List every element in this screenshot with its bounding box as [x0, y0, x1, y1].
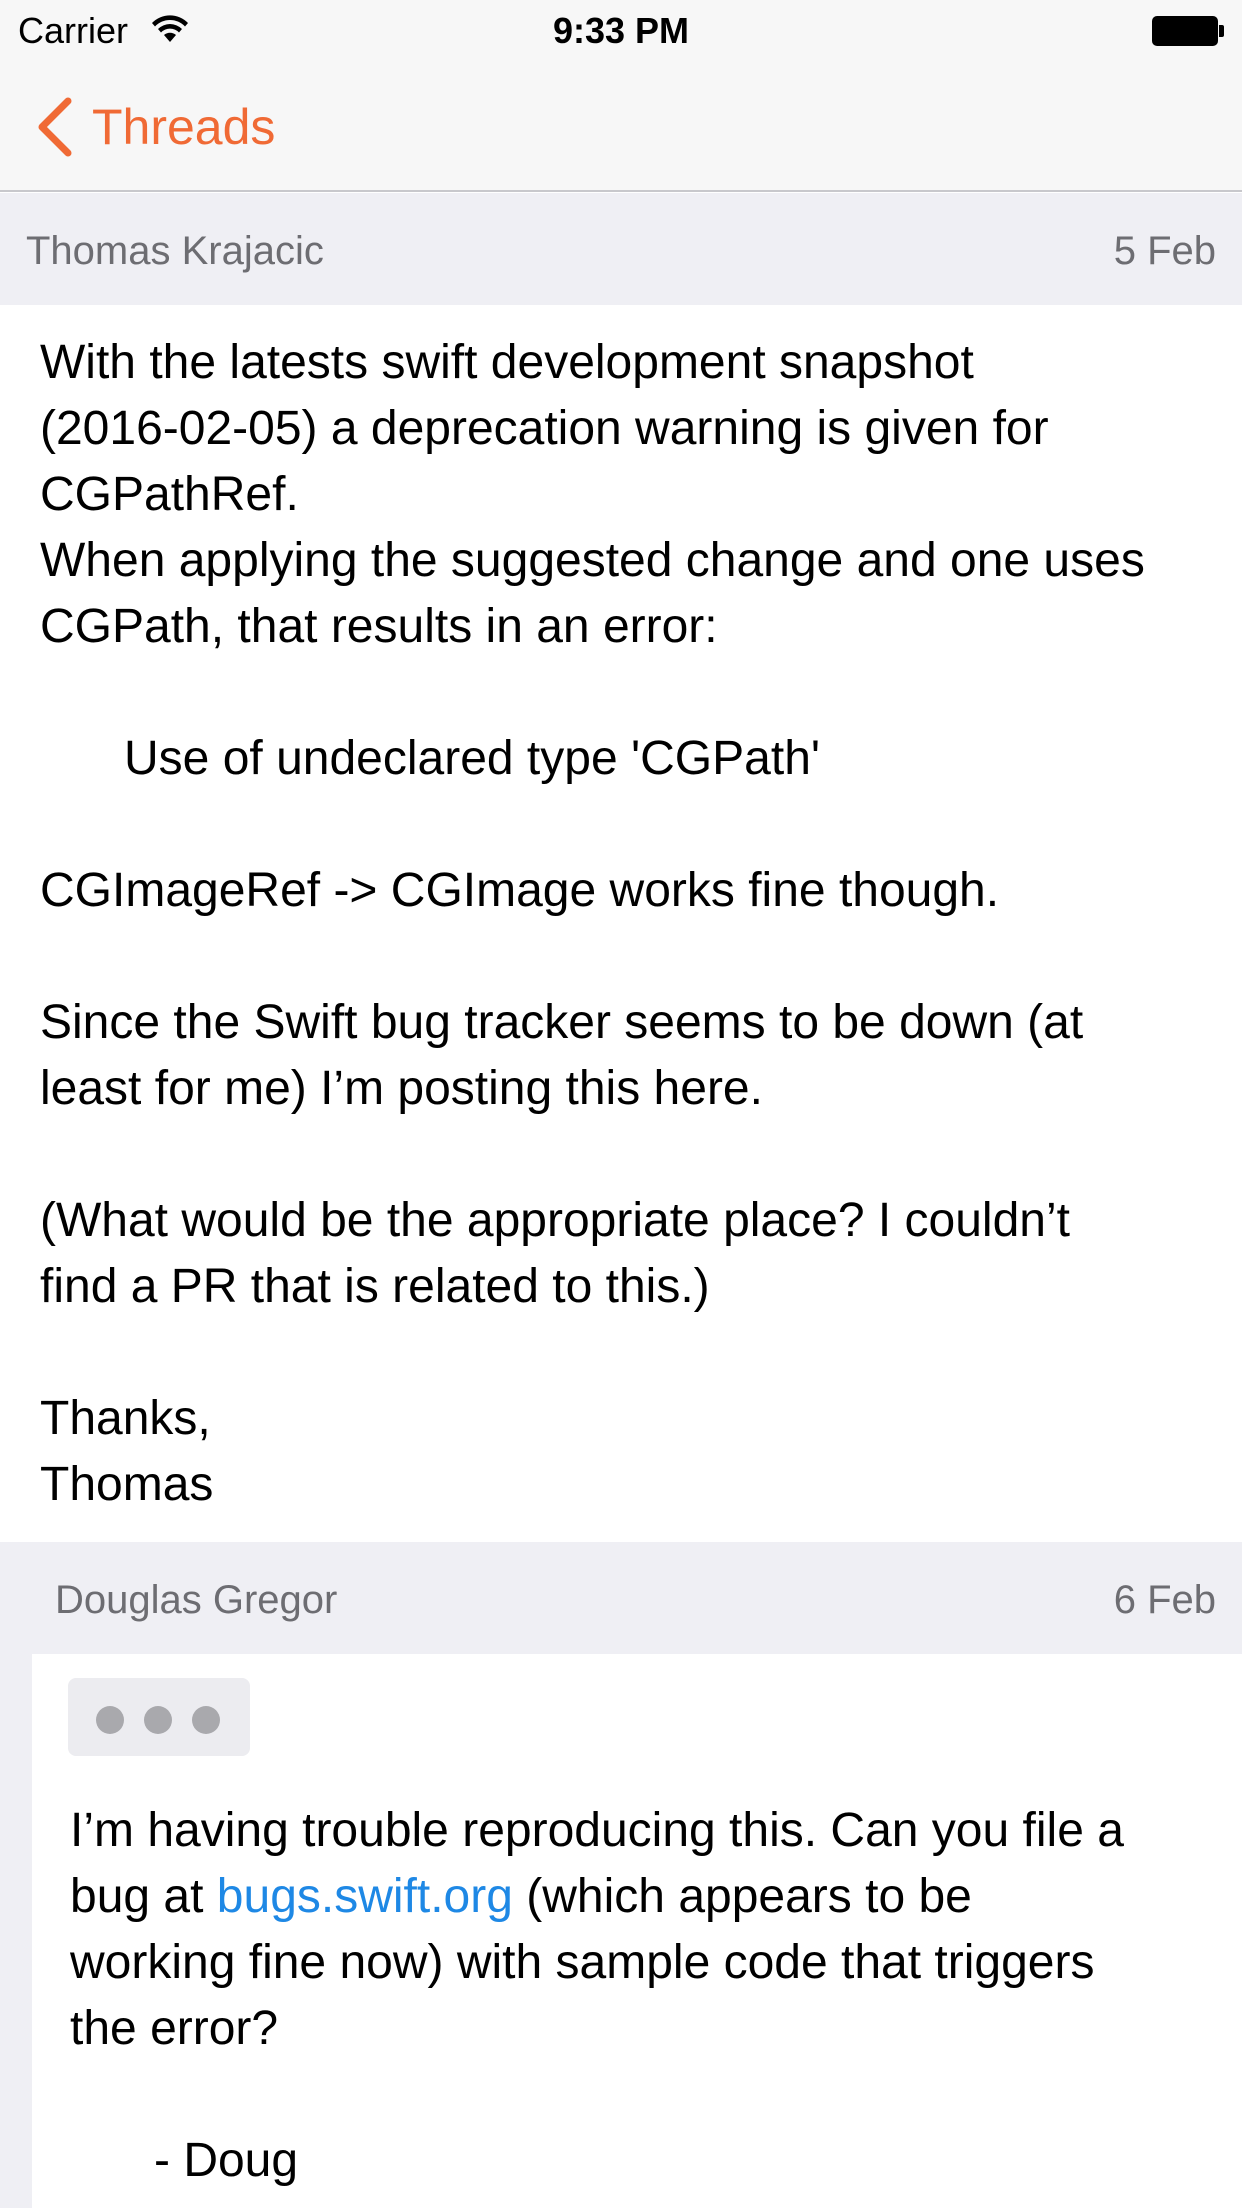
back-button[interactable]: Threads — [34, 94, 275, 160]
show-quoted-text-button[interactable] — [68, 1678, 250, 1756]
navigation-bar: Threads — [0, 60, 1242, 192]
body-line: least for me) I’m posting this here. — [40, 1062, 763, 1115]
body-line: CGPathRef. — [40, 468, 299, 521]
message-date: 5 Feb — [1113, 229, 1216, 273]
body-line: (What would be the appropriate place? I … — [40, 1194, 1070, 1247]
body-line: find a PR that is related to this.) — [40, 1260, 710, 1313]
body-text: (which appears to be — [512, 1870, 972, 1923]
body-line: (2016-02-05) a deprecation warning is gi… — [40, 402, 1049, 455]
quoted-error-line: Use of undeclared type 'CGPath' — [124, 732, 821, 785]
body-line: Thomas — [40, 1458, 214, 1511]
signature: - Doug — [154, 2134, 299, 2187]
back-label: Threads — [92, 99, 276, 155]
message-body: With the latests swift development snaps… — [40, 330, 1240, 1518]
body-line: Thanks, — [40, 1392, 211, 1445]
ellipsis-dot — [192, 1706, 220, 1734]
body-text: bug at — [70, 1870, 217, 1923]
thread-detail-screen: Carrier 9:33 PM Threads Thomas Krajacic … — [0, 0, 1242, 2208]
body-line: bug at bugs.swift.org (which appears to … — [70, 1864, 1230, 1930]
body-line: With the latests swift development snaps… — [40, 336, 974, 389]
message-header: Thomas Krajacic 5 Feb — [0, 193, 1242, 305]
body-line: working fine now) with sample code that … — [70, 1936, 1095, 1989]
ellipsis-dot — [96, 1706, 124, 1734]
author-name: Thomas Krajacic — [26, 229, 324, 273]
message-body: I’m having trouble reproducing this. Can… — [70, 1798, 1230, 2194]
message-header: Douglas Gregor 6 Feb — [0, 1542, 1242, 1654]
body-line: When applying the suggested change and o… — [40, 534, 1145, 587]
body-line: CGPath, that results in an error: — [40, 600, 718, 653]
body-line: I’m having trouble reproducing this. Can… — [70, 1804, 1124, 1857]
body-line: Since the Swift bug tracker seems to be … — [40, 996, 1084, 1049]
body-line: the error? — [70, 2002, 279, 2055]
bug-tracker-link[interactable]: bugs.swift.org — [217, 1870, 513, 1923]
author-name: Douglas Gregor — [55, 1578, 338, 1622]
message-date: 6 Feb — [1113, 1578, 1216, 1622]
battery-icon — [1152, 16, 1224, 46]
chevron-left-icon — [38, 97, 72, 157]
status-bar: Carrier 9:33 PM — [0, 0, 1242, 60]
ellipsis-dot — [144, 1706, 172, 1734]
clock: 9:33 PM — [552, 10, 690, 51]
body-line: CGImageRef -> CGImage works fine though. — [40, 864, 1000, 917]
